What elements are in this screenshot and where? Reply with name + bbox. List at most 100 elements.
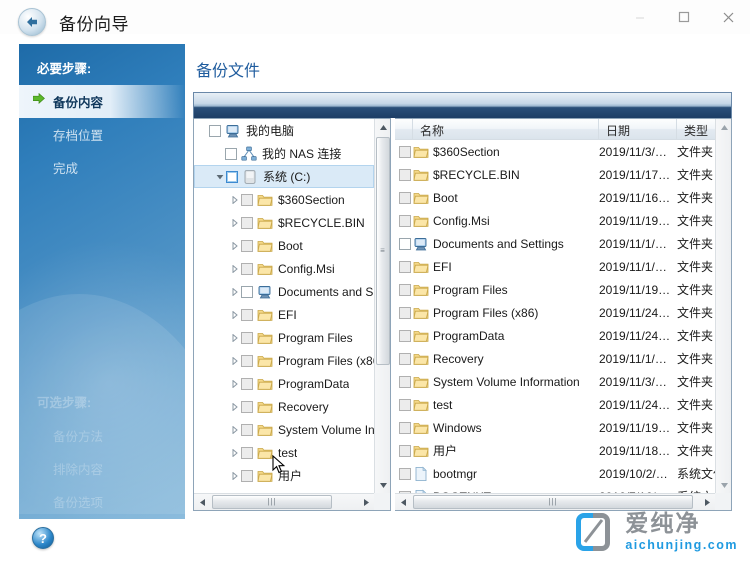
chevron-right-icon[interactable] <box>228 464 241 487</box>
sidebar-item-exclusions[interactable]: 排除内容 <box>19 452 185 485</box>
row-checkbox[interactable] <box>399 421 411 434</box>
scroll-up-icon[interactable] <box>716 119 731 135</box>
file-list-row[interactable]: 用户 2019/11/18… 文件夹 <box>395 439 731 462</box>
sidebar-item-archive-location[interactable]: 存档位置 <box>19 118 185 151</box>
scroll-left-icon[interactable] <box>194 494 210 510</box>
file-list-row[interactable]: Windows 2019/11/19… 文件夹 <box>395 416 731 439</box>
row-checkbox[interactable] <box>241 377 253 390</box>
file-list-row[interactable]: BOOTNXT2016/7/16/…系统文件 <box>395 485 731 493</box>
chevron-right-icon[interactable] <box>228 441 241 464</box>
help-button[interactable]: ? <box>32 527 54 549</box>
row-checkbox[interactable] <box>241 423 253 436</box>
row-checkbox[interactable] <box>241 400 253 413</box>
tree-row[interactable]: $360Section <box>194 188 374 211</box>
file-list-row[interactable]: Program Files (x86) 2019/11/24… 文件夹 <box>395 301 731 324</box>
file-list-row[interactable]: System Volume Information 2019/11/3/… 文件夹 <box>395 370 731 393</box>
row-checkbox[interactable] <box>399 375 411 388</box>
row-checkbox[interactable] <box>241 216 253 229</box>
row-checkbox-cell[interactable] <box>395 260 413 273</box>
sidebar-item-backup-options[interactable]: 备份选项 <box>19 485 185 518</box>
row-checkbox-cell[interactable] <box>395 283 413 296</box>
tree-row[interactable]: Config.Msi <box>194 257 374 280</box>
list-vertical-scrollbar[interactable] <box>715 119 731 493</box>
list-horizontal-scrollbar[interactable]: ||| <box>395 493 715 510</box>
sidebar-item-backup-method[interactable]: 备份方法 <box>19 419 185 452</box>
file-list-row[interactable]: EFI 2019/11/1/… 文件夹 <box>395 255 731 278</box>
row-checkbox[interactable] <box>399 145 411 158</box>
row-checkbox-cell[interactable] <box>395 145 413 158</box>
maximize-button[interactable] <box>662 0 706 34</box>
chevron-right-icon[interactable] <box>228 372 241 395</box>
tree-hscroll-thumb[interactable]: ||| <box>212 495 332 509</box>
row-checkbox[interactable] <box>399 168 411 181</box>
chevron-right-icon[interactable] <box>228 257 241 280</box>
tree-row[interactable]: Documents and S… <box>194 280 374 303</box>
row-checkbox[interactable] <box>399 306 411 319</box>
row-checkbox[interactable] <box>399 467 411 480</box>
column-header-date[interactable]: 日期 <box>599 119 677 139</box>
file-list-row[interactable]: Documents and Settings 2019/11/1/… 文件夹 <box>395 232 731 255</box>
file-list-row[interactable]: Program Files 2019/11/19… 文件夹 <box>395 278 731 301</box>
row-checkbox[interactable] <box>209 124 221 137</box>
row-checkbox[interactable] <box>399 352 411 365</box>
tree-row[interactable]: ProgramData <box>194 372 374 395</box>
tree-scroll-thumb[interactable]: ≡ <box>376 137 390 365</box>
row-checkbox[interactable] <box>241 285 253 298</box>
tree-row[interactable]: 系统 (C:) <box>194 165 374 188</box>
tree-row[interactable]: System Volume Infor <box>194 418 374 441</box>
file-list-row[interactable]: $360Section 2019/11/3/… 文件夹 <box>395 140 731 163</box>
row-checkbox[interactable] <box>399 237 411 250</box>
chevron-down-icon[interactable] <box>213 165 226 188</box>
chevron-right-icon[interactable] <box>228 326 241 349</box>
row-checkbox[interactable] <box>226 170 238 183</box>
folder-tree-panel[interactable]: 我的电脑 我的 NAS 连接 系统 (C:) $360Section $RECYCLE.… <box>193 118 391 511</box>
row-checkbox[interactable] <box>241 354 253 367</box>
scroll-up-icon[interactable] <box>375 119 390 135</box>
chevron-right-icon[interactable] <box>228 418 241 441</box>
close-button[interactable] <box>706 0 750 34</box>
row-checkbox-cell[interactable] <box>395 398 413 411</box>
file-list-row[interactable]: bootmgr 2019/10/2/… 系统文件 <box>395 462 731 485</box>
tree-row[interactable]: Boot <box>194 234 374 257</box>
column-header-name[interactable]: 名称 <box>413 119 599 139</box>
file-list-row[interactable]: Config.Msi 2019/11/19… 文件夹 <box>395 209 731 232</box>
row-checkbox[interactable] <box>225 147 237 160</box>
tree-row[interactable]: Recovery <box>194 395 374 418</box>
tree-row[interactable]: 我的 NAS 连接 <box>194 142 374 165</box>
chevron-right-icon[interactable] <box>228 211 241 234</box>
sidebar-item-finish[interactable]: 完成 <box>19 151 185 184</box>
tree-row[interactable]: $RECYCLE.BIN <box>194 211 374 234</box>
scroll-down-icon[interactable] <box>716 477 731 493</box>
row-checkbox[interactable] <box>399 260 411 273</box>
scroll-down-icon[interactable] <box>375 477 390 493</box>
row-checkbox[interactable] <box>241 308 253 321</box>
file-list-row[interactable]: ProgramData 2019/11/24… 文件夹 <box>395 324 731 347</box>
row-checkbox-cell[interactable] <box>395 352 413 365</box>
row-checkbox[interactable] <box>399 191 411 204</box>
file-list-row[interactable]: Boot 2019/11/16… 文件夹 <box>395 186 731 209</box>
sidebar-item-backup-content[interactable]: 备份内容 <box>19 85 185 118</box>
row-checkbox-cell[interactable] <box>395 444 413 457</box>
tree-row[interactable]: Program Files <box>194 326 374 349</box>
chevron-right-icon[interactable] <box>228 188 241 211</box>
row-checkbox[interactable] <box>241 193 253 206</box>
row-checkbox-cell[interactable] <box>395 168 413 181</box>
scroll-left-icon[interactable] <box>395 494 411 510</box>
chevron-right-icon[interactable] <box>228 395 241 418</box>
file-list-row[interactable]: $RECYCLE.BIN 2019/11/17… 文件夹 <box>395 163 731 186</box>
back-arrow-icon[interactable] <box>18 8 46 36</box>
row-checkbox-cell[interactable] <box>395 421 413 434</box>
row-checkbox[interactable] <box>241 262 253 275</box>
row-checkbox[interactable] <box>399 444 411 457</box>
row-checkbox[interactable] <box>399 329 411 342</box>
file-list-row[interactable]: Recovery 2019/11/1/… 文件夹 <box>395 347 731 370</box>
chevron-right-icon[interactable] <box>228 234 241 257</box>
row-checkbox[interactable] <box>399 398 411 411</box>
tree-horizontal-scrollbar[interactable]: ||| <box>194 493 374 510</box>
row-checkbox[interactable] <box>241 331 253 344</box>
row-checkbox-cell[interactable] <box>395 467 413 480</box>
row-checkbox-cell[interactable] <box>395 306 413 319</box>
row-checkbox-cell[interactable] <box>395 237 413 250</box>
tree-row[interactable]: 我的电脑 <box>194 119 374 142</box>
minimize-button[interactable] <box>618 0 662 34</box>
